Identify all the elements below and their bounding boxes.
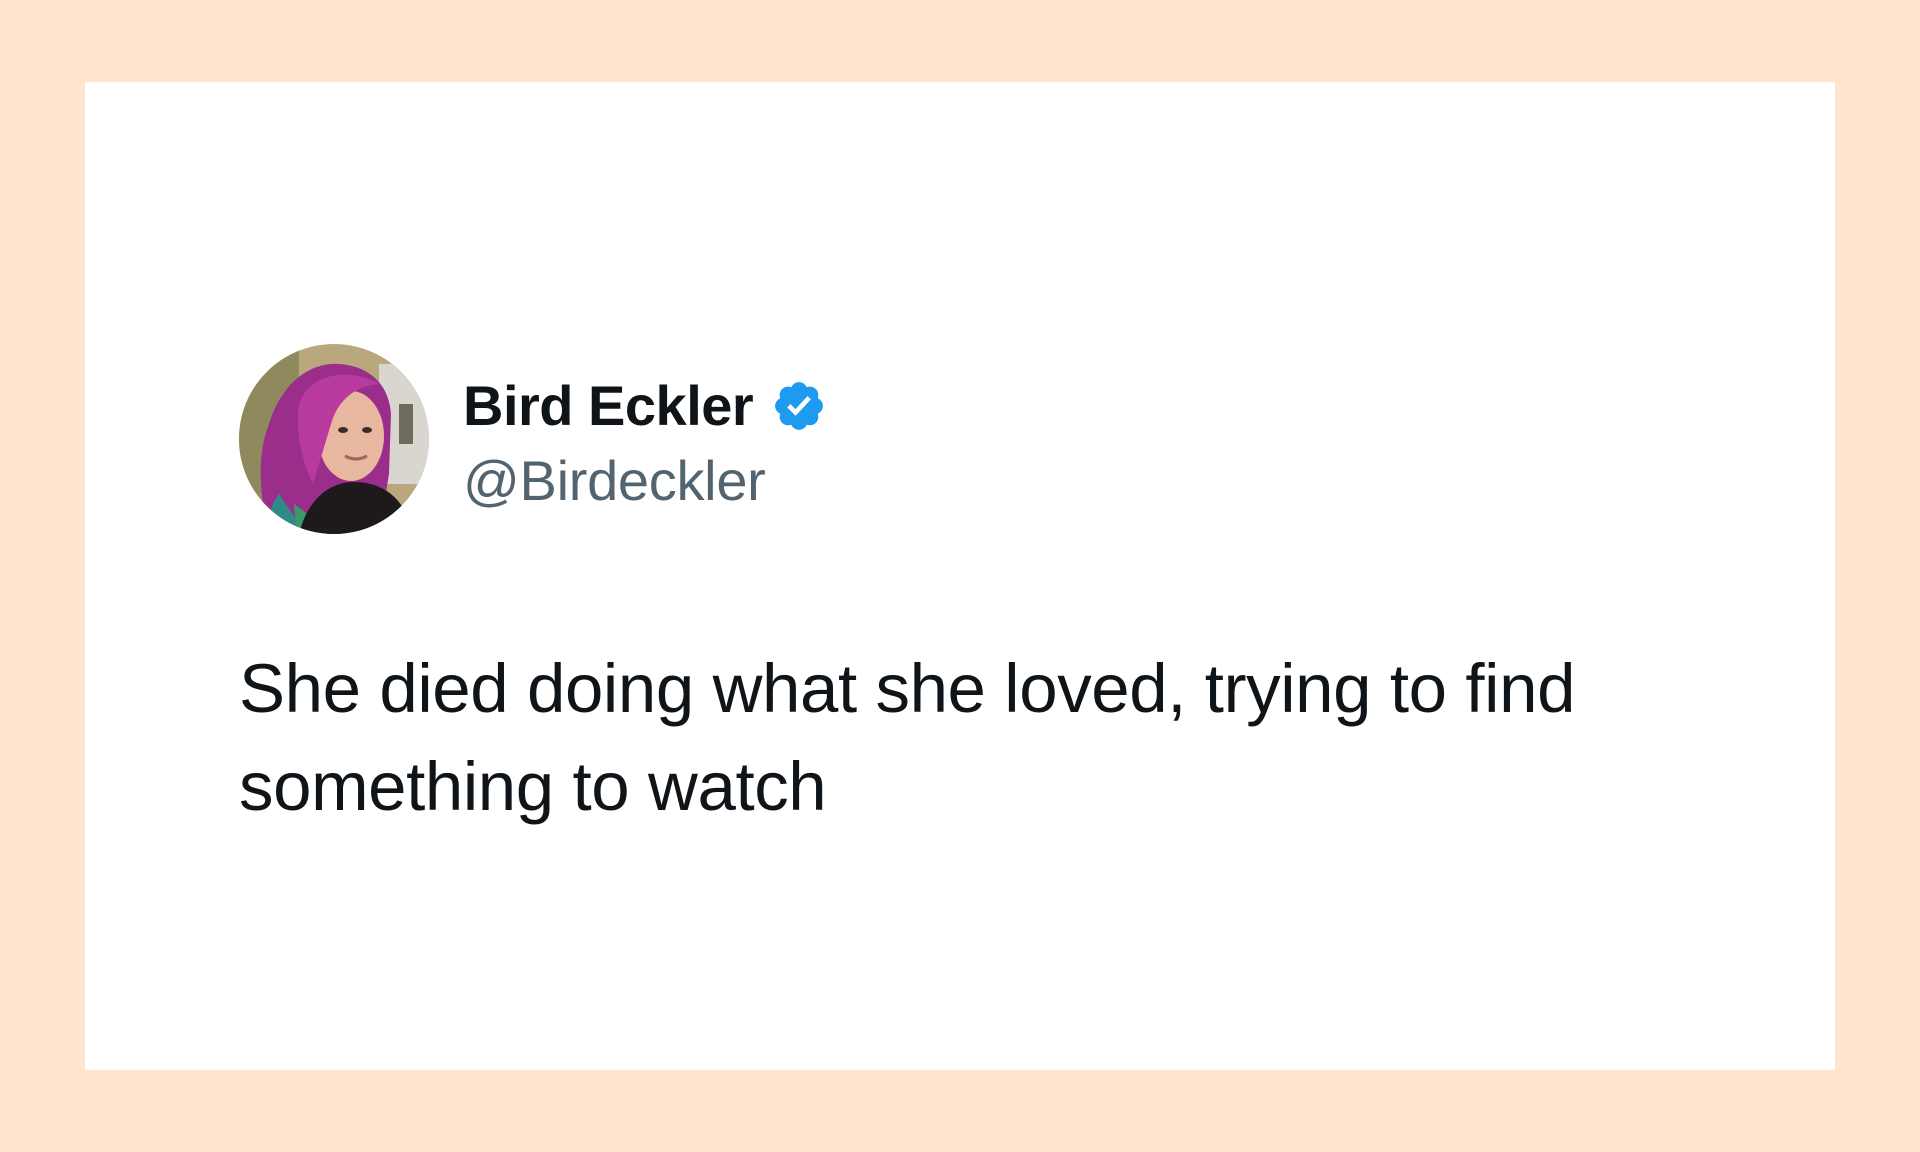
avatar-image bbox=[239, 344, 429, 534]
verified-badge-icon[interactable] bbox=[771, 378, 827, 434]
tweet-card: Bird Eckler @Birdeckler She died doing w… bbox=[85, 82, 1835, 1070]
tweet-author: Bird Eckler @Birdeckler bbox=[239, 344, 827, 534]
author-names: Bird Eckler @Birdeckler bbox=[463, 366, 827, 513]
display-name[interactable]: Bird Eckler bbox=[463, 373, 754, 438]
tweet-text: She died doing what she loved, trying to… bbox=[239, 650, 1576, 825]
display-name-row: Bird Eckler bbox=[463, 366, 827, 446]
avatar[interactable] bbox=[239, 344, 429, 534]
user-handle[interactable]: @Birdeckler bbox=[463, 448, 827, 513]
